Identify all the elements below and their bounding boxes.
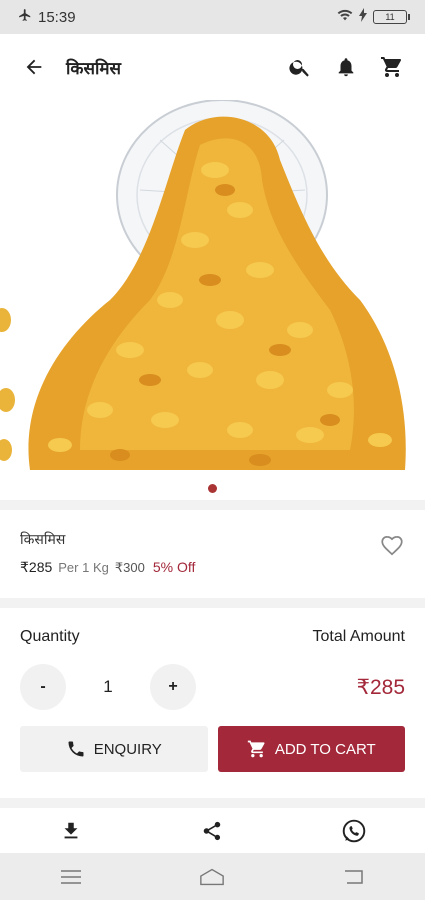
add-to-cart-label: ADD TO CART	[274, 740, 376, 758]
price-row: ₹285 Per 1 Kg ₹300 5% Off	[20, 559, 405, 576]
carousel-dot-active[interactable]	[208, 484, 217, 493]
product-name: किसमिस	[20, 531, 66, 547]
wishlist-button[interactable]	[379, 532, 405, 558]
total-amount-label: Total Amount	[312, 628, 406, 645]
status-time: 15:39	[38, 8, 76, 26]
battery-icon: 11	[373, 10, 410, 24]
quantity-section: Quantity Total Amount - 1 + ₹285 ENQUIRY…	[0, 608, 425, 798]
product-price: ₹285	[20, 559, 53, 575]
bell-icon	[338, 58, 354, 77]
arrow-left-icon	[26, 59, 42, 75]
page-title: किसमिस	[66, 58, 122, 78]
search-button[interactable]	[287, 54, 313, 80]
wifi-icon	[337, 8, 353, 26]
airplane-icon	[18, 8, 32, 26]
enquiry-button[interactable]: ENQUIRY	[20, 726, 208, 772]
heart-outline-icon	[381, 536, 403, 556]
add-to-cart-button[interactable]: ADD TO CART	[217, 726, 405, 772]
increase-quantity-button[interactable]: +	[150, 664, 196, 710]
home-button[interactable]	[199, 864, 225, 890]
cart-icon	[381, 57, 402, 77]
cart-button[interactable]	[379, 54, 405, 80]
back-button[interactable]	[20, 53, 48, 81]
product-image[interactable]	[0, 100, 425, 500]
bottom-actions	[0, 808, 425, 853]
cart-add-icon	[247, 740, 265, 758]
discount-label: 5% Off	[152, 559, 196, 575]
enquiry-label: ENQUIRY	[93, 740, 162, 758]
carousel-indicator	[0, 484, 425, 493]
download-icon	[64, 822, 78, 838]
divider	[0, 798, 425, 808]
divider	[0, 598, 425, 608]
notifications-button[interactable]	[333, 54, 359, 80]
recent-apps-button[interactable]	[58, 864, 84, 890]
system-nav-bar	[0, 853, 425, 900]
quantity-value: 1	[103, 677, 113, 696]
phone-icon	[68, 741, 84, 757]
share-button[interactable]	[199, 818, 225, 844]
app-bar: किसमिस	[0, 34, 425, 100]
product-info: किसमिस ₹285 Per 1 Kg ₹300 5% Off	[0, 514, 425, 598]
quantity-label: Quantity	[20, 628, 80, 645]
share-icon	[204, 821, 221, 840]
decrease-quantity-button[interactable]: -	[20, 664, 66, 710]
divider	[0, 500, 425, 510]
whatsapp-icon	[342, 819, 366, 842]
product-unit: Per 1 Kg	[58, 560, 109, 575]
status-bar: 15:39 11	[0, 0, 425, 34]
back-nav-icon	[345, 869, 363, 884]
download-button[interactable]	[58, 818, 84, 844]
charging-icon	[359, 8, 367, 26]
search-icon	[289, 60, 309, 77]
total-amount-value: ₹285	[356, 675, 405, 699]
menu-icon	[60, 869, 81, 884]
product-mrp: ₹300	[114, 560, 145, 575]
home-icon	[200, 868, 225, 885]
whatsapp-button[interactable]	[341, 818, 367, 844]
battery-level: 11	[385, 12, 395, 22]
back-nav-button[interactable]	[341, 864, 367, 890]
